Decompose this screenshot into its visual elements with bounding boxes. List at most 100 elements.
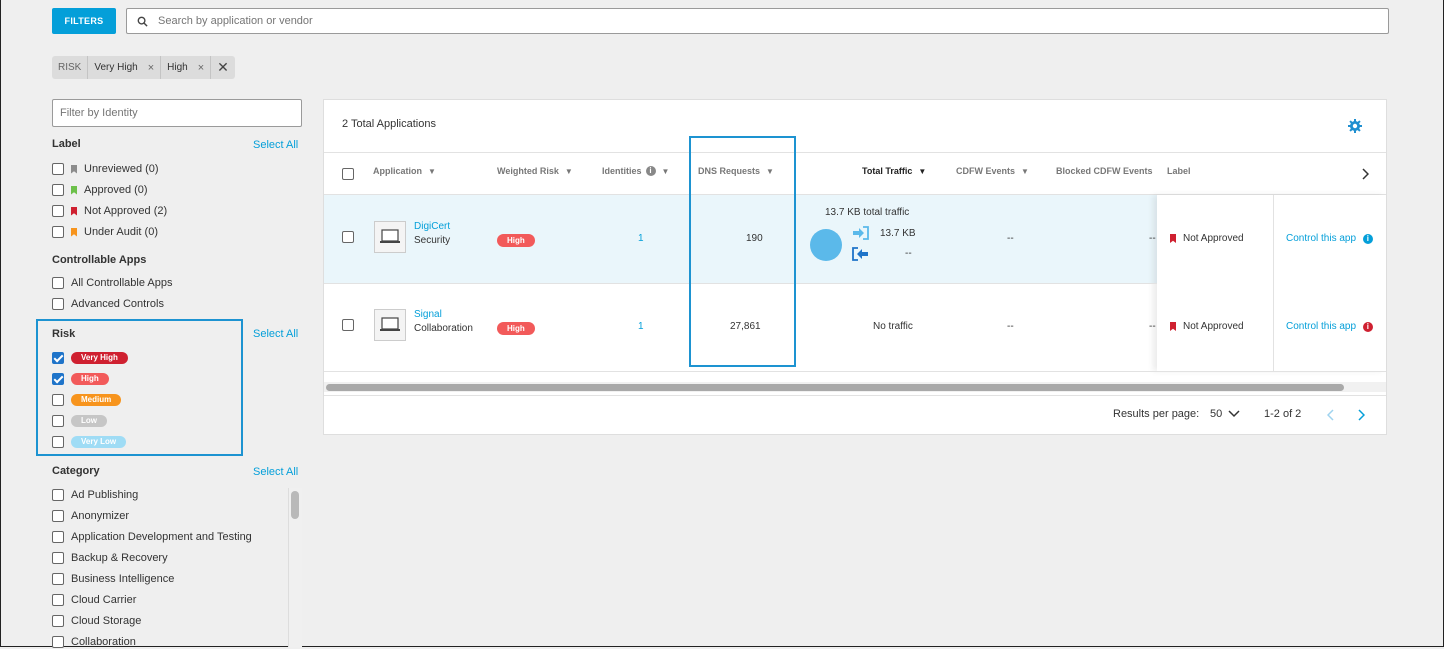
option-label: Advanced Controls <box>71 298 164 310</box>
footer-divider <box>324 395 1386 396</box>
flag-icon <box>71 206 77 216</box>
flag-icon <box>1170 322 1176 331</box>
category-select-all[interactable]: Select All <box>253 466 298 478</box>
per-page-value: 50 <box>1210 408 1223 420</box>
control-app-link[interactable]: Control this app <box>1286 321 1356 332</box>
checkbox[interactable] <box>52 531 64 543</box>
column-header-total-traffic[interactable]: Total Traffic ▼ <box>862 166 926 176</box>
category-option[interactable]: Anonymizer <box>52 509 129 523</box>
checkbox[interactable] <box>52 394 64 406</box>
category-option[interactable]: Business Intelligence <box>52 572 174 586</box>
dns-requests-highlight-box <box>689 136 796 367</box>
app-name-link[interactable]: DigiCert <box>414 221 450 232</box>
clear-all-filters-icon[interactable]: ✕ <box>211 56 235 79</box>
controllable-option[interactable]: All Controllable Apps <box>52 276 173 290</box>
risk-select-all[interactable]: Select All <box>253 328 298 340</box>
label-option[interactable]: Unreviewed (0) <box>52 162 159 176</box>
option-label: Business Intelligence <box>71 573 175 585</box>
label-option[interactable]: Under Audit (0) <box>52 225 158 239</box>
checkbox[interactable] <box>52 184 64 196</box>
category-option[interactable]: Application Development and Testing <box>52 530 252 544</box>
gear-icon[interactable] <box>1347 118 1363 134</box>
checkbox[interactable] <box>52 615 64 627</box>
filters-button[interactable]: FILTERS <box>52 8 116 34</box>
remove-chip-icon[interactable]: × <box>148 62 154 74</box>
column-header-weighted-risk[interactable]: Weighted Risk ▼ <box>497 166 573 176</box>
risk-section-title: Risk <box>52 328 76 340</box>
risk-option[interactable]: Very High <box>52 351 128 365</box>
checkbox[interactable] <box>52 436 64 448</box>
control-app-action[interactable]: Control this app i <box>1286 321 1373 332</box>
flag-icon <box>71 164 77 174</box>
label-option[interactable]: Not Approved (2) <box>52 204 167 218</box>
label-option[interactable]: Approved (0) <box>52 183 148 197</box>
checkbox[interactable] <box>52 573 64 585</box>
checkbox[interactable] <box>52 636 64 648</box>
results-per-page-select[interactable]: 50 <box>1210 408 1240 420</box>
info-icon[interactable]: i <box>1362 322 1373 332</box>
checkbox[interactable] <box>52 163 64 175</box>
option-label: Collaboration <box>71 636 136 648</box>
identities-count-link[interactable]: 1 <box>638 321 644 332</box>
upload-traffic-icon <box>853 226 869 240</box>
category-scroll-thumb[interactable] <box>291 491 299 519</box>
search-bar[interactable] <box>126 8 1389 34</box>
chip-label: Very High <box>94 62 138 73</box>
info-icon[interactable]: i <box>1362 234 1373 244</box>
filter-chip-very-high: Very High × <box>88 56 162 79</box>
risk-option[interactable]: Low <box>52 414 107 428</box>
category-option[interactable]: Ad Publishing <box>52 488 138 502</box>
select-all-rows-checkbox[interactable] <box>342 168 354 180</box>
checkbox[interactable] <box>52 552 64 564</box>
next-page-icon[interactable] <box>1357 409 1365 421</box>
column-header-cdfw-events[interactable]: CDFW Events ▼ <box>956 166 1029 176</box>
checkbox[interactable] <box>52 415 64 427</box>
option-label: Approved (0) <box>84 184 148 196</box>
category-option[interactable]: Backup & Recovery <box>52 551 168 565</box>
row-checkbox[interactable] <box>342 231 354 243</box>
horizontal-scroll-thumb[interactable] <box>326 384 1344 391</box>
row-checkbox[interactable] <box>342 319 354 331</box>
label-cell[interactable]: Not Approved <box>1170 233 1244 244</box>
remove-chip-icon[interactable]: × <box>198 62 204 74</box>
label-cell[interactable]: Not Approved <box>1170 321 1244 332</box>
category-option[interactable]: Cloud Carrier <box>52 593 136 607</box>
controllable-option[interactable]: Advanced Controls <box>52 297 164 311</box>
option-label: Under Audit (0) <box>84 226 158 238</box>
risk-level-badge: Medium <box>71 394 122 406</box>
control-app-action[interactable]: Control this app i <box>1286 233 1373 244</box>
scroll-columns-right-icon[interactable] <box>1361 168 1369 180</box>
blocked-cdfw-value: -- <box>1149 233 1156 244</box>
info-icon[interactable]: i <box>645 166 656 176</box>
checkbox[interactable] <box>52 277 64 289</box>
checkbox[interactable] <box>52 489 64 501</box>
checkbox[interactable] <box>52 352 64 364</box>
control-app-link[interactable]: Control this app <box>1286 233 1356 244</box>
column-header-identities[interactable]: Identities i ▼ <box>602 166 669 176</box>
checkbox[interactable] <box>52 298 64 310</box>
checkbox[interactable] <box>52 510 64 522</box>
search-input[interactable] <box>156 14 1388 28</box>
risk-level-badge: Very High <box>71 352 128 364</box>
app-name-link[interactable]: Signal <box>414 309 442 320</box>
flag-icon <box>1170 234 1176 243</box>
checkbox[interactable] <box>52 373 64 385</box>
traffic-summary: No traffic <box>873 321 913 332</box>
column-header-blocked-cdfw-events[interactable]: Blocked CDFW Events <box>1056 166 1153 176</box>
checkbox[interactable] <box>52 205 64 217</box>
identities-count-link[interactable]: 1 <box>638 233 644 244</box>
risk-option[interactable]: Medium <box>52 393 122 407</box>
column-header-application[interactable]: Application ▼ <box>373 166 436 176</box>
label-select-all[interactable]: Select All <box>253 139 298 151</box>
traffic-summary: 13.7 KB total traffic <box>825 207 910 218</box>
download-traffic-icon <box>852 247 868 261</box>
risk-option[interactable]: High <box>52 372 109 386</box>
risk-option[interactable]: Very Low <box>52 435 127 449</box>
prev-page-icon[interactable] <box>1327 409 1335 421</box>
results-per-page-label: Results per page: <box>1113 408 1200 420</box>
category-option[interactable]: Cloud Storage <box>52 614 141 628</box>
checkbox[interactable] <box>52 226 64 238</box>
checkbox[interactable] <box>52 594 64 606</box>
traffic-in-value: 13.7 KB <box>880 228 916 239</box>
identity-filter-input[interactable] <box>52 99 302 127</box>
